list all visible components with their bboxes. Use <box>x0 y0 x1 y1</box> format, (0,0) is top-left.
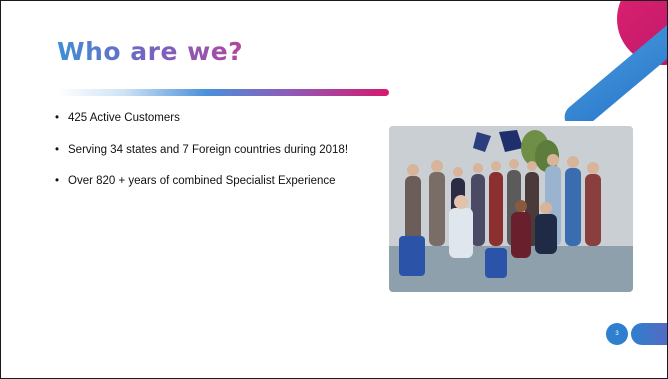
page-number-tab <box>631 323 667 345</box>
slide-title: Who are we? <box>57 37 244 66</box>
bullet-item: 425 Active Customers <box>55 112 375 125</box>
team-photo <box>389 126 633 292</box>
team-photo-illustration <box>389 126 633 292</box>
title-underline <box>57 89 389 96</box>
bullet-list: 425 Active Customers Serving 34 states a… <box>55 112 375 207</box>
page-number: 3 <box>606 323 628 345</box>
corner-decoration <box>564 1 667 121</box>
bullet-item: Over 820 + years of combined Specialist … <box>55 175 375 188</box>
bullet-item: Serving 34 states and 7 Foreign countrie… <box>55 144 375 157</box>
slide: Who are we? 425 Active Customers Serving… <box>0 0 668 379</box>
